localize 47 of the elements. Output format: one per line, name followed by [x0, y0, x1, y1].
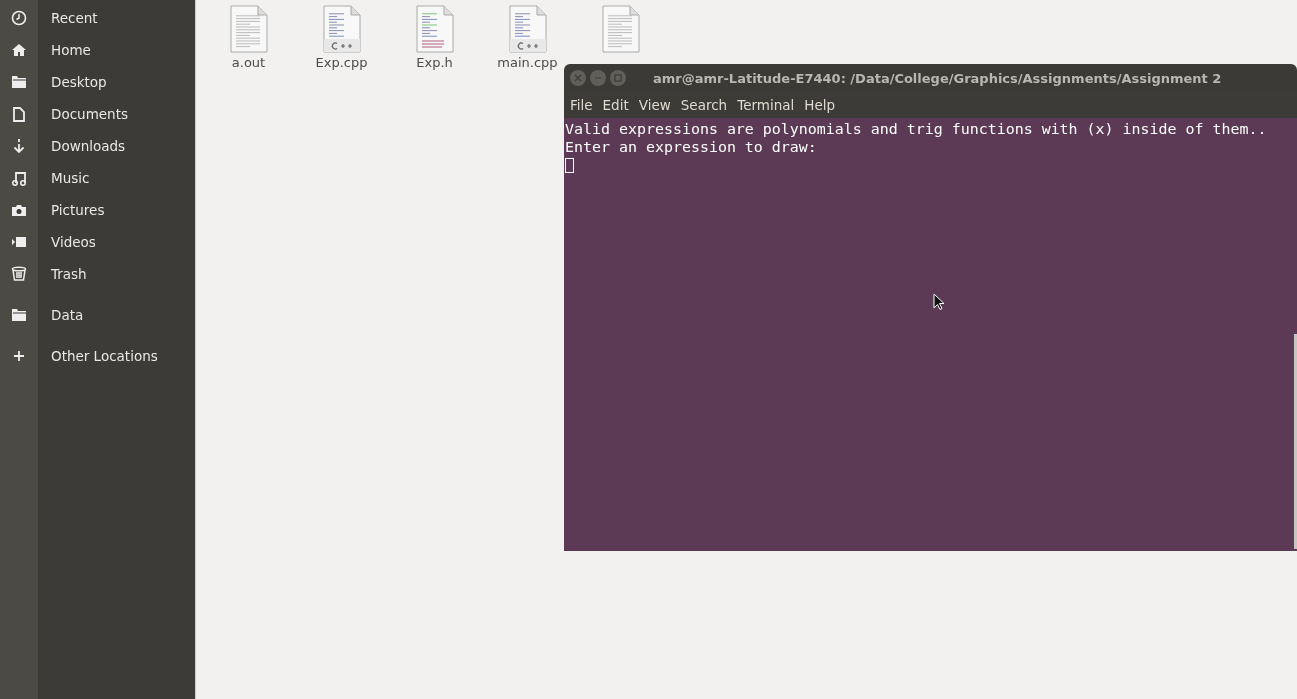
clock-icon — [11, 10, 27, 26]
file-name[interactable]: main.cpp — [497, 55, 558, 70]
close-button[interactable] — [570, 70, 586, 86]
cpp-file-icon — [322, 5, 361, 53]
sidebar-item[interactable]: Data — [0, 299, 195, 331]
sidebar-item[interactable]: Trash — [0, 258, 195, 290]
code-file-icon — [415, 5, 454, 53]
folder-icon — [11, 308, 27, 322]
text-file-icon — [601, 5, 640, 53]
window-title: amr@amr-Latitude-E7440: /Data/College/Graphics/Assignments/Assignment 2 — [653, 70, 1222, 86]
sidebar-item[interactable]: Videos — [0, 226, 195, 258]
menu-item[interactable]: Terminal — [732, 97, 800, 113]
home-icon — [11, 43, 27, 57]
document-icon — [13, 106, 25, 122]
sidebar-item[interactable]: Downloads — [0, 130, 195, 162]
maximize-icon — [614, 74, 622, 82]
menu-item[interactable]: Search — [675, 97, 733, 113]
terminal-line: Valid expressions are polynomials and trig functions with (x) inside of them.. — [565, 120, 1268, 138]
sidebar-item[interactable]: Other Locations — [0, 340, 195, 372]
menu-item[interactable]: Help — [799, 97, 841, 113]
add-icon — [14, 351, 24, 361]
folder-icon — [11, 75, 27, 89]
download-icon — [13, 138, 25, 154]
sidebar-item[interactable]: Home — [0, 34, 195, 66]
sidebar-item[interactable]: Desktop — [0, 66, 195, 98]
camera-icon — [11, 203, 27, 217]
file-name[interactable]: Exp.h — [416, 55, 453, 70]
cpp-file-icon — [508, 5, 547, 53]
sidebar-item[interactable]: Recent — [0, 2, 195, 34]
terminal-line: Enter an expression to draw: — [565, 138, 818, 156]
sidebar-item[interactable]: Pictures — [0, 194, 195, 226]
maximize-button[interactable] — [610, 70, 626, 86]
sidebar-item[interactable]: Documents — [0, 98, 195, 130]
music-note-icon — [12, 170, 26, 186]
trash-icon — [11, 266, 27, 282]
close-icon — [574, 74, 582, 82]
menu-item[interactable]: Edit — [597, 97, 634, 113]
file-name[interactable]: a.out — [231, 55, 266, 70]
sidebar-item[interactable]: Music — [0, 162, 195, 194]
menu-item[interactable]: File — [565, 97, 598, 113]
menu-item[interactable]: View — [633, 97, 676, 113]
text-file-icon — [229, 5, 268, 53]
mouse-pointer-icon — [933, 293, 945, 311]
video-icon — [11, 236, 27, 248]
file-name[interactable]: Exp.cpp — [315, 55, 368, 70]
minimize-button[interactable] — [590, 70, 606, 86]
text-cursor — [565, 158, 574, 173]
